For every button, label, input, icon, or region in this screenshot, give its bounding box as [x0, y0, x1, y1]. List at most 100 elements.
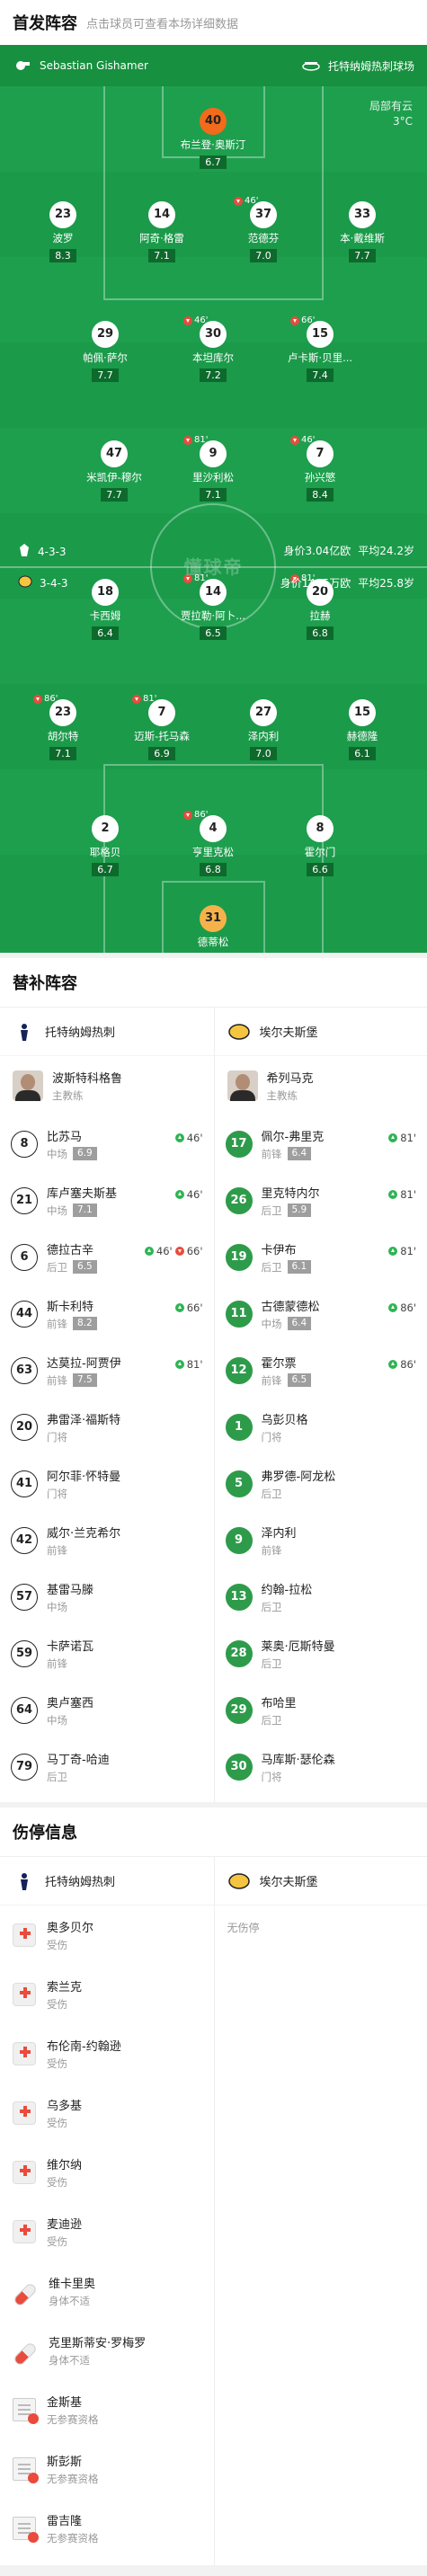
pitch-player[interactable]: 4 86' 亨里克松 6.8: [164, 810, 262, 876]
injury-row[interactable]: 布伦南-约翰逊 受伤: [0, 2024, 214, 2083]
sub-number: 9: [225, 1526, 253, 1554]
player-rating: 6.8: [200, 863, 227, 876]
sub-player-row[interactable]: 5 弗罗德-阿龙松 后卫: [215, 1455, 427, 1512]
player-rating: 6.5: [200, 626, 227, 640]
injury-row[interactable]: 克里斯蒂安·罗梅罗 身体不适: [0, 2321, 214, 2380]
pitch-player[interactable]: 2 耶格贝 6.7: [56, 815, 155, 876]
injury-row[interactable]: 麦迪逊 受伤: [0, 2202, 214, 2261]
sub-player-row[interactable]: 17 佩尔-弗里克 前锋 6.4 81': [215, 1115, 427, 1172]
sub-position: 门将: [261, 1770, 282, 1783]
subs-title: 替补阵容: [13, 974, 77, 993]
pitch-player[interactable]: 37 46' 范德芬 7.0: [214, 196, 313, 262]
sub-player-row[interactable]: 64 奥卢塞西 中场: [0, 1682, 214, 1738]
pitch-player[interactable]: 7 46' 孙兴慜 8.4: [271, 435, 369, 502]
sub-player-row[interactable]: 21 库卢塞夫斯基 中场 7.1 46': [0, 1172, 214, 1229]
injury-row[interactable]: 索兰克 受伤: [0, 1965, 214, 2024]
pitch-player[interactable]: 23 波罗 8.3: [13, 201, 112, 262]
pitch-player[interactable]: 47 米凯伊-穆尔 7.7: [65, 440, 164, 502]
sub-player-row[interactable]: 41 阿尔菲·怀特曼 门将: [0, 1455, 214, 1512]
home-formation: 4-3-3: [18, 543, 67, 560]
suspension-doc-icon: [13, 2398, 39, 2424]
sub-player-row[interactable]: 26 里克特内尔 后卫 5.9 81': [215, 1172, 427, 1229]
sub-number: 5: [225, 1470, 253, 1497]
pitch-player[interactable]: 15 赫德隆 6.1: [313, 699, 412, 760]
sub-player-row[interactable]: 79 马丁奇-哈迪 后卫: [0, 1738, 214, 1795]
sub-on-marker: 81': [388, 1188, 416, 1201]
injured-player-name: 索兰克: [47, 1981, 83, 1994]
sub-player-row[interactable]: 9 泽内利 前锋: [215, 1512, 427, 1568]
sub-off-icon: [290, 435, 299, 445]
injury-reason: 受伤: [47, 2176, 67, 2189]
sub-name: 奥卢塞西: [47, 1696, 94, 1710]
pitch-player[interactable]: 14 81' 贾拉勒·阿卜... 6.5: [164, 573, 262, 640]
sub-player-row[interactable]: 28 莱奥·厄斯特曼 后卫: [215, 1625, 427, 1682]
sub-player-row[interactable]: 63 达莫拉-阿贾伊 前锋 7.5 81': [0, 1342, 214, 1399]
sub-player-row[interactable]: 42 威尔·兰克希尔 前锋: [0, 1512, 214, 1568]
sub-name: 卡伊布: [261, 1243, 297, 1257]
home-injuries: 托特纳姆热刺 奥多贝尔 受伤 索兰克 受伤 布伦南-约翰逊 受伤 乌多基 受伤 维尔纳 受伤 麦迪逊…: [0, 1857, 214, 2565]
sub-name: 约翰-拉松: [261, 1583, 313, 1597]
sub-player-row[interactable]: 19 卡伊布 后卫 6.1 81': [215, 1229, 427, 1285]
pitch-player[interactable]: 14 阿奇·格雷 7.1: [112, 201, 211, 262]
player-name: 赫德隆: [346, 730, 378, 742]
sub-player-row[interactable]: 59 卡萨诺瓦 前锋: [0, 1625, 214, 1682]
pitch-player[interactable]: 40 布兰登·奥斯汀 6.7: [164, 108, 262, 169]
home-team-header[interactable]: 托特纳姆热刺: [0, 1857, 214, 1905]
injury-row[interactable]: 斯彭斯 无参赛资格: [0, 2439, 214, 2499]
medical-kit-icon: [13, 2161, 36, 2184]
sub-player-row[interactable]: 20 弗雷泽·福斯特 门将: [0, 1399, 214, 1455]
sub-player-row[interactable]: 8 比苏马 中场 6.9 46': [0, 1115, 214, 1172]
pitch-player[interactable]: 18 卡西姆 6.4: [56, 579, 155, 640]
away-coach[interactable]: 希列马克 主教练: [215, 1056, 427, 1115]
player-rating: 6.8: [307, 626, 334, 640]
sub-on-marker: 46' 66': [144, 1245, 203, 1257]
pitch-player[interactable]: 30 46' 本坦库尔 7.2: [164, 315, 262, 382]
pitch-player[interactable]: 33 本·戴维斯 7.7: [313, 201, 412, 262]
pitch-player[interactable]: 9 81' 里沙利松 7.1: [164, 435, 262, 502]
tottenham-crest-icon: [18, 543, 31, 560]
pitch-player[interactable]: 29 帕佩·萨尔 7.7: [56, 321, 155, 382]
sub-player-row[interactable]: 57 基雷马滕 中场: [0, 1568, 214, 1625]
home-coach[interactable]: 波斯特科格鲁 主教练: [0, 1056, 214, 1115]
player-name: 霍尔门: [304, 846, 336, 858]
sub-player-row[interactable]: 12 霍尔票 前锋 6.5 86': [215, 1342, 427, 1399]
away-team-header[interactable]: 埃尔夫斯堡: [214, 1857, 427, 1905]
injured-player-name: 奥多贝尔: [47, 1922, 94, 1935]
injury-row[interactable]: 乌多基 受伤: [0, 2083, 214, 2143]
sub-player-row[interactable]: 44 斯卡利特 前锋 8.2 66': [0, 1285, 214, 1342]
pitch-player[interactable]: 23 86' 胡尔特 7.1: [13, 694, 112, 760]
sub-player-row[interactable]: 30 马库斯·瑟伦森 门将: [215, 1738, 427, 1795]
pitch-player[interactable]: 7 81' 迈斯-托马森 6.9: [112, 694, 211, 760]
player-number: 23: [49, 201, 76, 228]
sub-number: 29: [225, 1696, 253, 1724]
pitch-player[interactable]: 31德蒂松7.2: [164, 905, 262, 953]
injury-row[interactable]: 奥多贝尔 受伤: [0, 1905, 214, 1965]
pitch-player[interactable]: 27 泽内利 7.0: [214, 699, 313, 760]
injury-reason: 受伤: [47, 2235, 67, 2248]
pill-icon: [12, 2341, 39, 2367]
sub-number: 44: [11, 1300, 38, 1328]
sub-player-row[interactable]: 6 德拉古辛 后卫 6.5 46' 66': [0, 1229, 214, 1285]
pitch-player[interactable]: 15 66' 卢卡斯·贝里... 7.4: [271, 315, 369, 382]
away-formation: 3-4-3: [18, 575, 68, 591]
medical-kit-icon: [13, 2220, 36, 2243]
injury-row[interactable]: 金斯基 无参赛资格: [0, 2380, 214, 2439]
sub-player-row[interactable]: 29 布哈里 后卫: [215, 1682, 427, 1738]
medical-kit-icon: [13, 1983, 36, 2006]
sub-player-row[interactable]: 1 乌彭贝格 门将: [215, 1399, 427, 1455]
injured-player-name: 克里斯蒂安·罗梅罗: [49, 2337, 147, 2350]
pitch-player[interactable]: 8 霍尔门 6.6: [271, 815, 369, 876]
away-team-header[interactable]: 埃尔夫斯堡: [214, 1008, 427, 1056]
injury-row[interactable]: 维卡里奥 身体不适: [0, 2261, 214, 2321]
home-team-header[interactable]: 托特纳姆热刺: [0, 1008, 214, 1056]
player-name: 迈斯-托马森: [134, 730, 190, 742]
injury-row[interactable]: 维尔纳 受伤: [0, 2143, 214, 2202]
injured-player-name: 麦迪逊: [47, 2218, 83, 2232]
injury-row[interactable]: 雷吉隆 无参赛资格: [0, 2499, 214, 2558]
medical-kit-icon: [13, 2042, 36, 2065]
sub-player-row[interactable]: 13 约翰-拉松 后卫: [215, 1568, 427, 1625]
no-injuries-text: 无伤停: [227, 1922, 260, 1934]
injured-player-name: 乌多基: [47, 2100, 83, 2113]
sub-player-row[interactable]: 11 古德蒙德松 中场 6.4 86': [215, 1285, 427, 1342]
lineup-header: 首发阵容 点击球员可查看本场详细数据: [0, 0, 427, 45]
